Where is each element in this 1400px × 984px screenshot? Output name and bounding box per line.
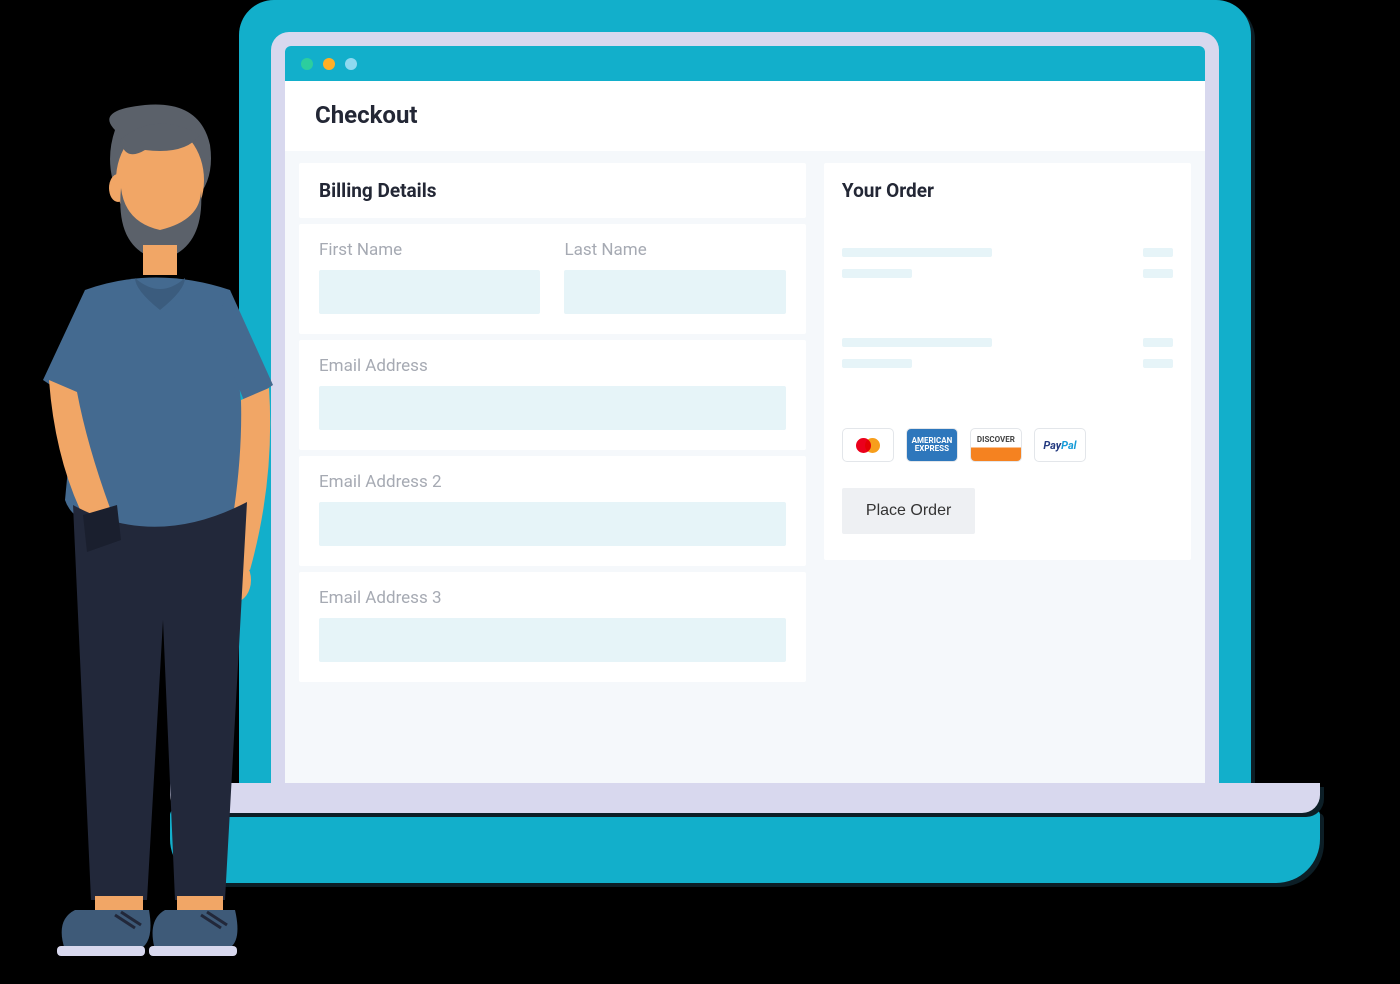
email3-label: Email Address 3 <box>319 588 786 608</box>
email-input[interactable] <box>319 386 786 430</box>
billing-header: Billing Details <box>299 163 806 218</box>
placeholder-bar <box>1143 269 1173 278</box>
email2-label: Email Address 2 <box>319 472 786 492</box>
first-name-input[interactable] <box>319 270 540 314</box>
window-dot-blue-icon[interactable] <box>345 58 357 70</box>
email3-input[interactable] <box>319 618 786 662</box>
placeholder-bar <box>842 248 992 257</box>
laptop-screen-bezel: Checkout Billing Details First Name <box>239 0 1251 810</box>
placeholder-bar <box>842 359 912 368</box>
order-header: Your Order <box>842 179 1173 202</box>
first-name-label: First Name <box>319 240 540 260</box>
last-name-input[interactable] <box>564 270 785 314</box>
paypal-icon[interactable]: PayPal <box>1034 428 1086 462</box>
email2-input[interactable] <box>319 502 786 546</box>
discover-icon[interactable]: DISCOVER <box>970 428 1022 462</box>
laptop-base <box>170 809 1320 883</box>
placeholder-bar <box>1143 338 1173 347</box>
placeholder-bar <box>842 269 912 278</box>
window-dot-green-icon[interactable] <box>301 58 313 70</box>
window-dot-yellow-icon[interactable] <box>323 58 335 70</box>
window-titlebar <box>285 46 1205 81</box>
billing-details-section: Billing Details First Name Last Name <box>299 163 806 796</box>
page-title: Checkout <box>285 81 1205 157</box>
payment-method-icons: AMERICANEXPRESS DISCOVER PayPal <box>842 428 1173 462</box>
mastercard-icon[interactable] <box>842 428 894 462</box>
order-summary-section: Your Order <box>824 163 1191 796</box>
order-line-item <box>842 338 1173 380</box>
browser-window: Checkout Billing Details First Name <box>285 46 1205 796</box>
placeholder-bar <box>1143 248 1173 257</box>
laptop-screen: Checkout Billing Details First Name <box>271 32 1219 810</box>
laptop-lip <box>170 783 1320 813</box>
laptop-illustration: Checkout Billing Details First Name <box>170 0 1320 883</box>
last-name-label: Last Name <box>564 240 785 260</box>
person-illustration <box>25 100 285 974</box>
email-label: Email Address <box>319 356 786 376</box>
american-express-icon[interactable]: AMERICANEXPRESS <box>906 428 958 462</box>
placeholder-bar <box>1143 359 1173 368</box>
order-line-item <box>842 248 1173 290</box>
place-order-button[interactable]: Place Order <box>842 488 975 534</box>
placeholder-bar <box>842 338 992 347</box>
